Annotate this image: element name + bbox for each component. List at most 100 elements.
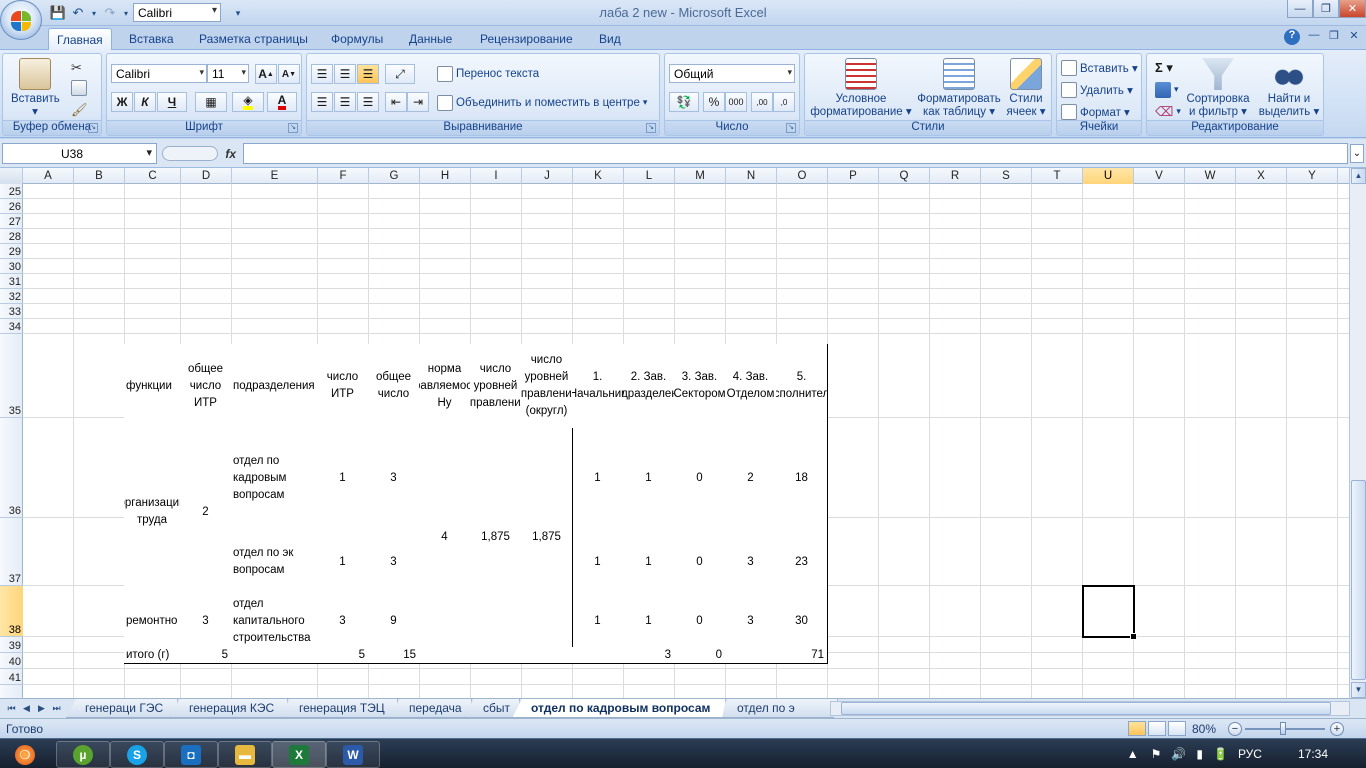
taskbar-torrent[interactable]: µ: [56, 741, 110, 768]
table-header-i[interactable]: число уровней управления: [470, 344, 522, 429]
table-cell-n[interactable]: 2: [725, 428, 777, 529]
table-cell-n[interactable]: 3: [725, 528, 777, 597]
insert-cells-button[interactable]: Вставить ▾: [1061, 58, 1138, 77]
qat-font-combo[interactable]: Calibri: [133, 3, 221, 22]
page-break-view-button[interactable]: [1168, 721, 1186, 736]
tab-home[interactable]: Главная: [48, 28, 112, 51]
table-header-m[interactable]: 3. Зав. Сектором: [674, 344, 726, 429]
table-cell-l[interactable]: 1: [623, 428, 675, 529]
column-header-m[interactable]: M: [675, 168, 726, 184]
sheet-tab[interactable]: отдел по э: [718, 699, 838, 718]
table-header-g[interactable]: общее число: [368, 344, 420, 429]
undo-icon[interactable]: ↶: [70, 5, 86, 21]
find-select-button[interactable]: Найти и выделить ▾: [1257, 58, 1321, 119]
row-header-33[interactable]: 33: [0, 304, 23, 319]
font-name-combo[interactable]: Calibri ▾: [111, 64, 207, 83]
sheet-tab[interactable]: генерация ТЭЦ: [280, 699, 398, 718]
column-header-g[interactable]: G: [369, 168, 420, 184]
total-cell-d[interactable]: 5: [180, 647, 232, 664]
table-cell-k[interactable]: 1: [572, 528, 624, 597]
next-sheet-icon[interactable]: ▶: [35, 701, 48, 716]
underline-button[interactable]: Ч: [157, 92, 187, 112]
taskbar-explorer[interactable]: ▬: [218, 741, 272, 768]
number-format-combo[interactable]: Общий ▾: [669, 64, 795, 83]
total-cell-o[interactable]: 71: [776, 647, 828, 664]
vertical-scroll-thumb[interactable]: [1351, 480, 1366, 680]
table-cell-l[interactable]: 1: [623, 596, 675, 648]
total-cell-n[interactable]: [725, 647, 777, 664]
total-cell-m[interactable]: 0: [674, 647, 726, 664]
column-header-s[interactable]: S: [981, 168, 1032, 184]
column-header-a[interactable]: A: [23, 168, 74, 184]
action-center-icon[interactable]: ⚑: [1151, 747, 1162, 761]
cell-levels[interactable]: 1,875: [470, 428, 522, 648]
conditional-formatting-button[interactable]: Условное форматирование ▾: [809, 58, 913, 119]
row-header-41[interactable]: 41: [0, 669, 23, 685]
column-header-d[interactable]: D: [181, 168, 232, 184]
cell-levels-rounded[interactable]: 1,875: [521, 428, 573, 648]
help-icon[interactable]: ?: [1284, 29, 1300, 45]
row-header-32[interactable]: 32: [0, 289, 23, 304]
network-icon[interactable]: ▮: [1196, 747, 1203, 761]
clock[interactable]: 17:34: [1298, 747, 1328, 761]
column-header-f[interactable]: F: [318, 168, 369, 184]
zoom-level[interactable]: 80%: [1192, 722, 1216, 736]
table-header-l[interactable]: 2. Зав. Подразделения: [623, 344, 675, 429]
last-sheet-icon[interactable]: ⏭: [50, 701, 63, 716]
zoom-out-icon[interactable]: −: [1228, 722, 1242, 736]
bold-button[interactable]: Ж: [111, 92, 133, 112]
clipboard-launcher-icon[interactable]: ↘: [88, 123, 98, 133]
total-cell-i[interactable]: [470, 647, 522, 664]
column-header-v[interactable]: V: [1134, 168, 1185, 184]
merge-center-button[interactable]: Объединить и поместить в центре ▾: [437, 93, 647, 112]
total-cell-f[interactable]: 5: [317, 647, 369, 664]
table-header-o[interactable]: 5. исполнители: [776, 344, 828, 429]
column-header-j[interactable]: J: [522, 168, 573, 184]
start-button[interactable]: ❍: [4, 741, 46, 768]
taskbar-excel[interactable]: X: [272, 741, 326, 768]
column-header-b[interactable]: B: [74, 168, 125, 184]
decrease-decimal-button[interactable]: ,0: [773, 92, 795, 112]
currency-button[interactable]: 💱: [669, 92, 699, 112]
select-all-corner[interactable]: [0, 168, 23, 184]
cell-function[interactable]: ремонтно: [124, 596, 181, 648]
office-button[interactable]: [0, 0, 42, 40]
align-left-button[interactable]: ☰: [311, 92, 333, 112]
row-header-38[interactable]: 38: [0, 586, 23, 637]
row-header-37[interactable]: 37: [0, 518, 23, 586]
taskbar-word[interactable]: W: [326, 741, 380, 768]
increase-decimal-button[interactable]: ,00: [751, 92, 773, 112]
row-header-28[interactable]: 28: [0, 229, 23, 244]
table-cell-n[interactable]: 3: [725, 596, 777, 648]
table-cell-f[interactable]: 1: [317, 428, 369, 529]
table-header-n[interactable]: 4. Зав. Отделом: [725, 344, 777, 429]
ribbon-restore-icon[interactable]: ❐: [1326, 29, 1342, 45]
row-header-35[interactable]: 35: [0, 334, 23, 418]
font-size-combo[interactable]: 11 ▾: [207, 64, 249, 83]
table-cell-f[interactable]: 1: [317, 528, 369, 597]
total-cell-c[interactable]: итого (г): [124, 647, 181, 664]
column-header-l[interactable]: L: [624, 168, 675, 184]
tab-data[interactable]: Данные: [401, 28, 460, 50]
percent-button[interactable]: %: [703, 92, 725, 112]
row-header-31[interactable]: 31: [0, 274, 23, 289]
table-cell-g[interactable]: 3: [368, 528, 420, 597]
grow-font-button[interactable]: A ▲: [255, 64, 277, 84]
ribbon-close-icon[interactable]: ✕: [1346, 29, 1362, 45]
align-center-button[interactable]: ☰: [334, 92, 356, 112]
delete-cells-button[interactable]: Удалить ▾: [1061, 80, 1133, 99]
tab-formulas[interactable]: Формулы: [323, 28, 391, 50]
vertical-scrollbar[interactable]: ▲ ▼: [1349, 168, 1366, 698]
wrap-text-button[interactable]: Перенос текста: [437, 64, 539, 83]
column-header-n[interactable]: N: [726, 168, 777, 184]
cell-total-itr[interactable]: 3: [180, 596, 232, 648]
formula-input[interactable]: [243, 143, 1348, 164]
column-header-o[interactable]: O: [777, 168, 828, 184]
total-cell-g[interactable]: 15: [368, 647, 420, 664]
power-icon[interactable]: 🔋: [1213, 747, 1228, 761]
sort-filter-button[interactable]: Сортировка и фильтр ▾: [1185, 58, 1251, 119]
table-cell-e[interactable]: отдел капитального строительства: [231, 596, 318, 648]
worksheet-grid[interactable]: ABCDEFGHIJKLMNOPQRSTUVWXY 25 26 27 28 29 30 31…: [0, 168, 1349, 698]
total-cell-k[interactable]: [572, 647, 624, 664]
table-cell-g[interactable]: 3: [368, 428, 420, 529]
